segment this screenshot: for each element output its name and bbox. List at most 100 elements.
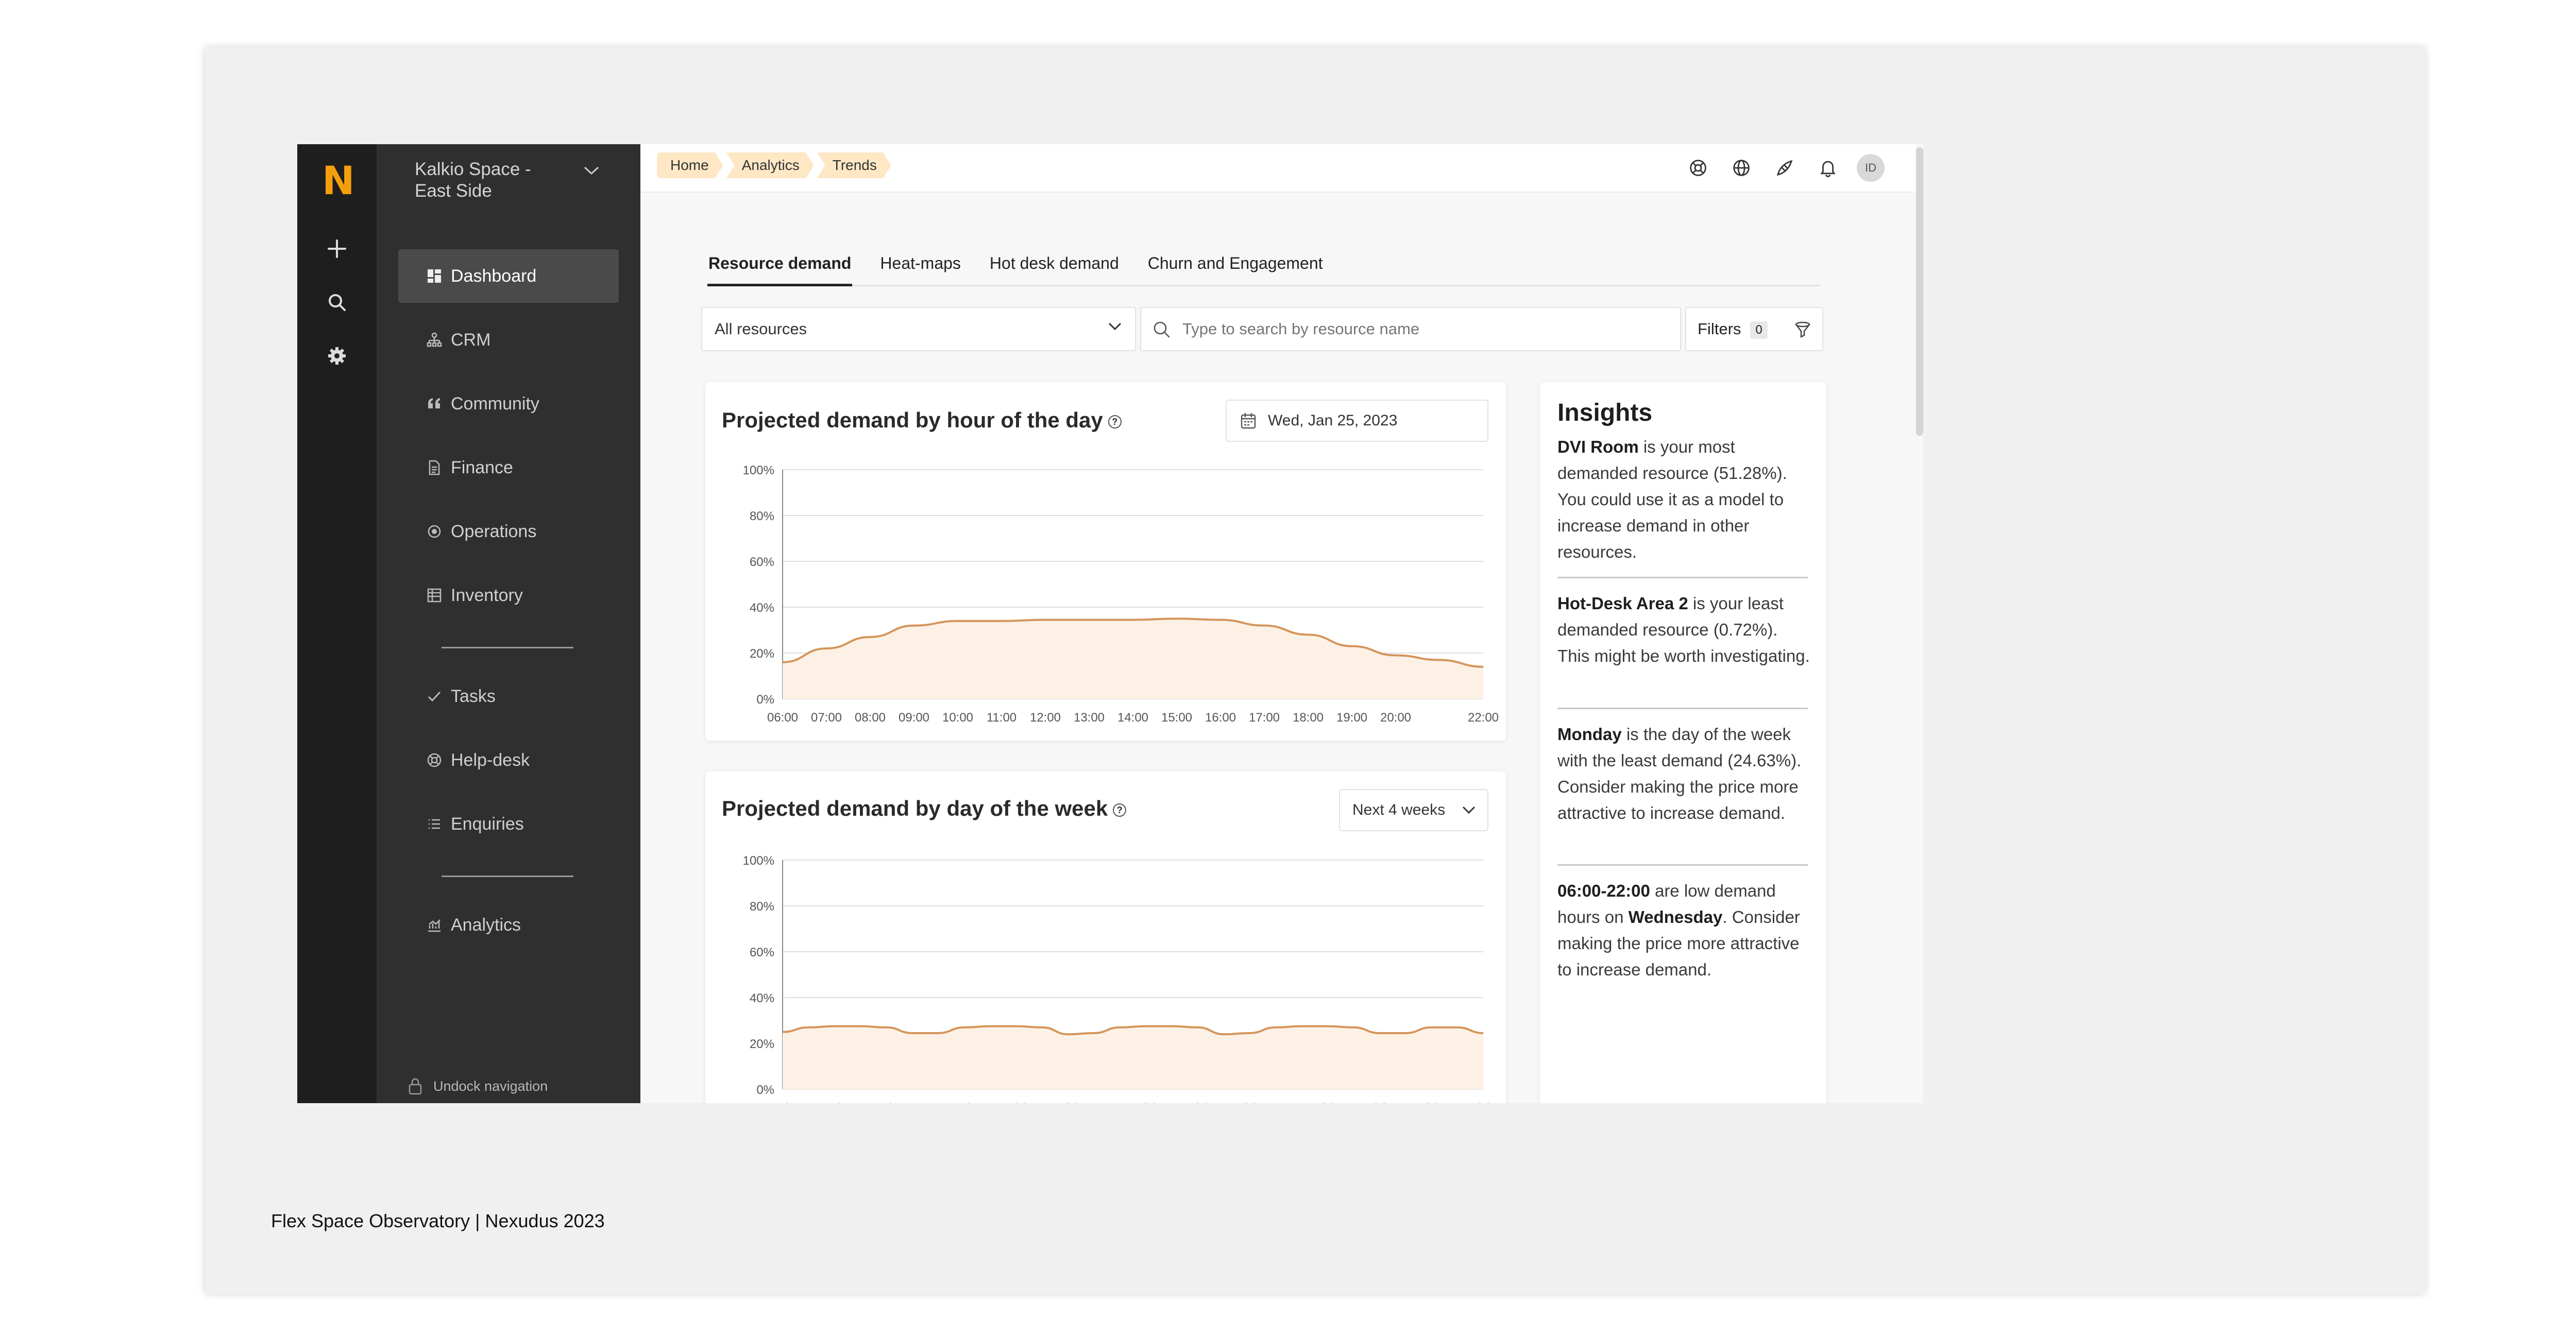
sidebar-item-operations[interactable]: Operations (398, 505, 619, 558)
tab-hot-desk-demand[interactable]: Hot desk demand (989, 250, 1120, 286)
filters-button[interactable]: Filters 0 (1685, 307, 1823, 351)
tab-churn-engagement[interactable]: Churn and Engagement (1147, 250, 1324, 286)
sidebar-item-label: Inventory (451, 585, 523, 605)
x-tick-label: Feb/15 (1360, 1101, 1399, 1103)
insight-divider (1557, 577, 1808, 578)
resource-select[interactable]: All resources (701, 307, 1136, 351)
gear-icon[interactable] (324, 343, 350, 369)
plus-icon[interactable] (324, 236, 350, 262)
sidebar-item-finance[interactable]: Finance (398, 441, 619, 494)
x-tick-label: 07:00 (811, 711, 842, 725)
sidebar-item-label: Analytics (451, 915, 521, 935)
lifebuoy-icon[interactable] (1684, 153, 1713, 182)
undock-navigation-button[interactable]: Undock navigation (409, 1077, 548, 1095)
breadcrumb-home[interactable]: Home (657, 152, 723, 178)
filter-icon (1795, 321, 1810, 338)
insights-title: Insights (1557, 399, 1653, 426)
insight-highlight: 06:00-22:00 (1557, 881, 1650, 900)
x-tick-label: Jan/25 (816, 1101, 853, 1103)
lifebuoy-icon (425, 751, 444, 769)
tab-bar: Resource demand Heat-maps Hot desk deman… (707, 250, 1820, 286)
globe-icon[interactable] (1727, 153, 1756, 182)
chevron-down-icon[interactable] (583, 165, 600, 179)
y-tick-label: 100% (743, 464, 774, 477)
search-icon (1154, 321, 1170, 338)
app-window: N Kalkio Space - East Side Dashboard CRM… (297, 144, 1923, 1103)
search-input[interactable] (1182, 315, 1646, 343)
x-tick-label: Feb/13 (1308, 1101, 1347, 1103)
insight-divider (1557, 864, 1808, 866)
insight-highlight: DVI Room (1557, 437, 1639, 456)
sidebar-item-label: Tasks (451, 686, 496, 706)
top-bar-actions: ID (1669, 153, 1885, 182)
main-content: Home Analytics Trends ID Resource demand… (640, 144, 1923, 1103)
crm-icon (425, 331, 444, 349)
sidebar-item-enquiries[interactable]: Enquiries (398, 797, 619, 851)
bell-icon[interactable] (1814, 153, 1842, 182)
icon-rail: N (297, 144, 377, 1103)
lock-icon (409, 1078, 422, 1095)
rocket-icon[interactable] (1770, 153, 1799, 182)
x-tick-label: 14:00 (1117, 711, 1148, 725)
sidebar-item-label: Help-desk (451, 750, 530, 770)
y-tick-label: 80% (750, 900, 774, 914)
document-icon (425, 458, 444, 477)
x-tick-label: 22:00 (1468, 711, 1499, 725)
insight-item: Hot-Desk Area 2 is your least demanded r… (1557, 590, 1810, 669)
list-icon (425, 815, 444, 833)
breadcrumb-trends[interactable]: Trends (817, 152, 891, 178)
sidebar-item-tasks[interactable]: Tasks (398, 670, 619, 723)
sidebar-item-analytics[interactable]: Analytics (398, 898, 619, 952)
scrollbar[interactable] (1916, 147, 1923, 436)
y-tick-label: 100% (743, 854, 774, 868)
search-icon[interactable] (324, 289, 350, 315)
sidebar-item-crm[interactable]: CRM (398, 313, 619, 367)
filters-count-badge: 0 (1750, 321, 1768, 339)
x-tick-label: 11:00 (987, 711, 1016, 725)
hourly-demand-card: Projected demand by hour of the day? Wed… (705, 382, 1506, 741)
breadcrumb-analytics[interactable]: Analytics (726, 152, 814, 178)
sidebar-item-community[interactable]: Community (398, 377, 619, 431)
nav-divider (442, 647, 573, 648)
tab-heat-maps[interactable]: Heat-maps (879, 250, 962, 286)
series-area (783, 1026, 1483, 1089)
sidebar-item-dashboard[interactable]: Dashboard (398, 249, 619, 303)
undock-label: Undock navigation (433, 1078, 548, 1094)
y-tick-label: 20% (750, 647, 774, 661)
sidebar-item-label: CRM (451, 330, 491, 350)
x-tick-label: 16:00 (1205, 711, 1236, 725)
y-tick-label: 40% (750, 991, 774, 1005)
x-tick-label: 08:00 (855, 711, 886, 725)
space-name[interactable]: Kalkio Space - East Side (415, 159, 564, 202)
filter-row: All resources Filters 0 (701, 307, 1824, 351)
nav-divider (442, 876, 573, 877)
x-tick-label: Feb/8 (1182, 1101, 1213, 1103)
sidebar-item-help-desk[interactable]: Help-desk (398, 733, 619, 787)
sidebar-item-label: Community (451, 393, 539, 414)
insight-item: 06:00-22:00 are low demand hours on Wedn… (1557, 878, 1810, 983)
resource-select-value: All resources (715, 320, 807, 338)
filters-label: Filters (1698, 320, 1741, 338)
x-tick-label: 20:00 (1380, 711, 1411, 725)
insight-highlight: Monday (1557, 725, 1622, 744)
resource-search (1140, 307, 1681, 351)
y-tick-label: 40% (750, 601, 774, 615)
insight-highlight: Hot-Desk Area 2 (1557, 594, 1688, 613)
insight-highlight: Wednesday (1628, 907, 1723, 927)
x-tick-label: Jan/27 (868, 1101, 905, 1103)
analytics-icon (425, 916, 444, 934)
x-tick-label: 09:00 (899, 711, 929, 725)
insights-panel: Insights DVI Room is your most demanded … (1540, 382, 1826, 1103)
tab-resource-demand[interactable]: Resource demand (707, 250, 853, 286)
x-tick-label: 12:00 (1030, 711, 1061, 725)
insight-item: DVI Room is your most demanded resource … (1557, 434, 1810, 565)
x-tick-label: Feb/6 (1130, 1101, 1161, 1103)
nexudus-logo[interactable]: N (322, 158, 355, 203)
y-tick-label: 60% (750, 946, 774, 959)
insight-divider (1557, 708, 1808, 709)
y-tick-label: 0% (756, 693, 774, 707)
avatar[interactable]: ID (1857, 154, 1885, 182)
sidebar-item-inventory[interactable]: Inventory (398, 569, 619, 622)
quote-icon (425, 394, 444, 413)
check-icon (425, 687, 444, 706)
